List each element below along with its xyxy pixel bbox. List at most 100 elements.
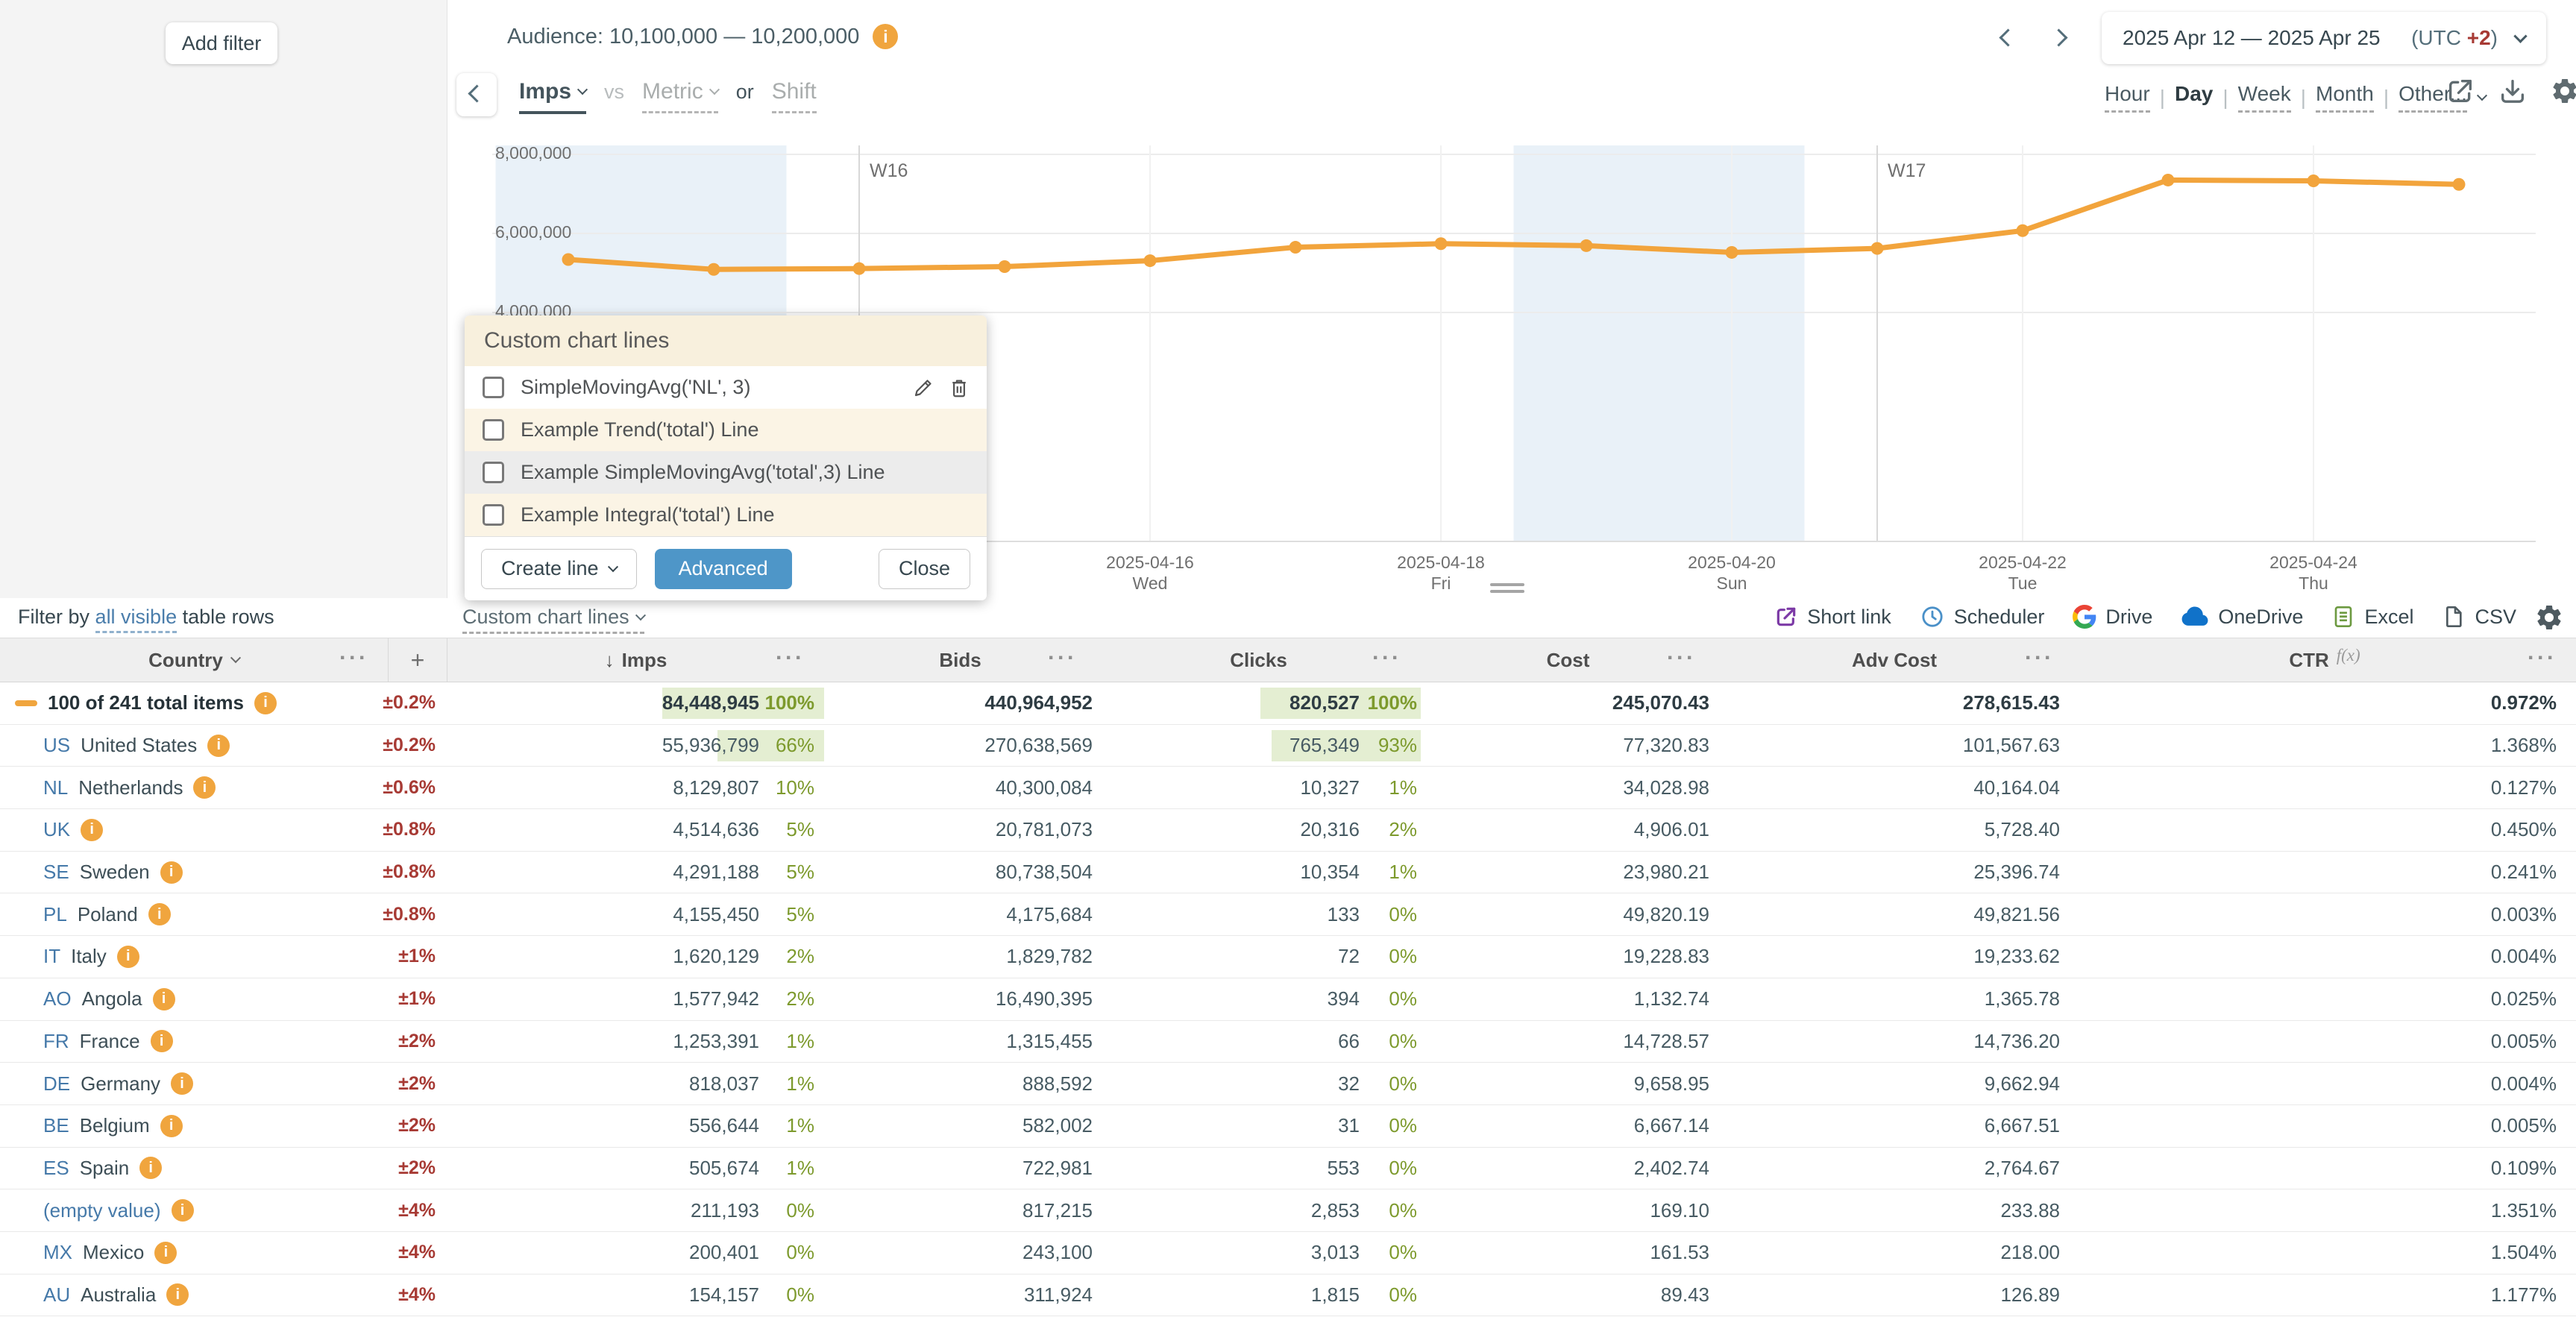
info-icon[interactable]: i	[254, 692, 277, 714]
bids-cell: 80,738,504	[824, 852, 1096, 893]
table-row[interactable]: ES Spain i ±2% 505,674 1% 722,981 553 0%…	[0, 1148, 2576, 1190]
date-range-picker[interactable]: 2025 Apr 12 — 2025 Apr 25 (UTC +2)	[2102, 12, 2546, 64]
table-row[interactable]: AO Angola i ±1% 1,577,942 2% 16,490,395 …	[0, 978, 2576, 1021]
info-icon[interactable]: i	[160, 1115, 183, 1137]
column-menu-icon[interactable]	[1667, 645, 1696, 670]
open-in-new-icon[interactable]	[2445, 76, 2476, 107]
tab-day[interactable]: Day	[2175, 82, 2213, 113]
clicks-cell: 66	[1096, 1021, 1361, 1063]
table-row[interactable]: PL Poland i ±0.8% 4,155,450 5% 4,175,684…	[0, 893, 2576, 936]
column-header-ctr[interactable]: CTRf(x)	[2073, 638, 2576, 682]
column-header-cost[interactable]: Cost	[1421, 638, 1715, 682]
edit-pencil-icon[interactable]	[912, 377, 934, 399]
google-drive-button[interactable]: Drive	[2073, 605, 2152, 629]
chevron-down-icon	[230, 653, 241, 663]
table-row[interactable]: DE Germany i ±2% 818,037 1% 888,592 32 0…	[0, 1063, 2576, 1105]
info-icon[interactable]: i	[148, 903, 171, 925]
info-icon[interactable]: i	[81, 819, 103, 841]
table-row[interactable]: SE Sweden i ±0.8% 4,291,188 5% 80,738,50…	[0, 852, 2576, 894]
country-code: (empty value)	[43, 1199, 161, 1222]
column-menu-icon[interactable]	[339, 645, 368, 670]
info-icon[interactable]: i	[117, 946, 139, 968]
ctr-cell: 0.004%	[2073, 936, 2576, 978]
table-row[interactable]: BE Belgium i ±2% 556,644 1% 582,002 31 0…	[0, 1105, 2576, 1148]
info-icon[interactable]: i	[139, 1157, 162, 1179]
google-g-icon	[2073, 605, 2096, 629]
table-row[interactable]: US United States i ±0.2% 55,936,799 66% …	[0, 725, 2576, 767]
info-icon[interactable]: i	[207, 735, 230, 757]
excel-file-icon	[2331, 605, 2355, 629]
clicks-pct-cell: 93%	[1361, 725, 1421, 767]
date-next-button[interactable]	[2052, 31, 2065, 46]
gear-icon[interactable]	[2549, 76, 2576, 107]
info-icon[interactable]: i	[151, 1030, 173, 1052]
add-filter-button[interactable]: Add filter	[166, 22, 277, 64]
close-button[interactable]: Close	[879, 549, 970, 589]
column-header-bids[interactable]: Bids	[824, 638, 1096, 682]
scheduler-button[interactable]: Scheduler	[1920, 604, 2045, 629]
info-icon[interactable]: i	[172, 1199, 194, 1222]
advanced-button[interactable]: Advanced	[655, 549, 792, 589]
column-header-adv-cost[interactable]: Adv Cost	[1715, 638, 2073, 682]
table-settings-gear-icon[interactable]	[2534, 603, 2564, 635]
info-icon[interactable]: i	[166, 1283, 189, 1306]
csv-file-icon	[2442, 605, 2466, 629]
svg-text:W16: W16	[870, 160, 908, 181]
tab-hour[interactable]: Hour	[2105, 82, 2150, 113]
tab-week[interactable]: Week	[2238, 82, 2291, 113]
column-menu-icon[interactable]	[1048, 645, 1077, 670]
checkbox[interactable]	[483, 462, 504, 483]
adv-cost-cell: 40,164.04	[1715, 767, 2073, 808]
column-menu-icon[interactable]	[776, 645, 805, 670]
audience-label: Audience: 10,100,000 — 10,200,000	[507, 25, 859, 49]
short-link-button[interactable]: Short link	[1774, 605, 1891, 629]
vs-label: vs	[604, 81, 624, 110]
column-header-clicks[interactable]: Clicks	[1096, 638, 1421, 682]
table-row[interactable]: AU Australia i ±4% 154,157 0% 311,924 1,…	[0, 1274, 2576, 1317]
create-line-button[interactable]: Create line	[481, 549, 637, 589]
table-row[interactable]: (empty value) i ±4% 211,193 0% 817,215 2…	[0, 1189, 2576, 1232]
all-visible-link[interactable]: all visible	[95, 606, 178, 633]
date-prev-button[interactable]	[2002, 31, 2014, 46]
info-icon[interactable]: i	[154, 1242, 177, 1264]
clicks-pct-cell: 0%	[1361, 1189, 1421, 1231]
table-row[interactable]: NL Netherlands i ±0.6% 8,129,807 10% 40,…	[0, 767, 2576, 809]
info-icon[interactable]: i	[160, 861, 183, 884]
column-header-imps[interactable]: ↓ Imps	[447, 638, 824, 682]
column-menu-icon[interactable]	[2025, 645, 2054, 670]
column-menu-icon[interactable]	[1372, 645, 1401, 670]
column-header-country[interactable]: Country	[0, 638, 388, 682]
csv-export-button[interactable]: CSV	[2442, 605, 2516, 629]
tab-month[interactable]: Month	[2316, 82, 2374, 113]
secondary-metric-dropdown[interactable]: Metric	[642, 79, 718, 113]
download-icon[interactable]	[2497, 76, 2528, 107]
table-row[interactable]: FR France i ±2% 1,253,391 1% 1,315,455 6…	[0, 1021, 2576, 1063]
add-column-button[interactable]: +	[388, 638, 447, 682]
checkbox[interactable]	[483, 504, 504, 526]
info-icon[interactable]: i	[193, 776, 216, 799]
info-icon[interactable]: i	[153, 988, 175, 1010]
column-menu-icon[interactable]	[2528, 645, 2557, 670]
chart-line-item[interactable]: SimpleMovingAvg('NL', 3)	[465, 366, 987, 409]
chart-line-item[interactable]: Example Integral('total') Line	[465, 494, 987, 536]
chart-line-item[interactable]: Example Trend('total') Line	[465, 409, 987, 451]
custom-chart-lines-dropdown[interactable]: Custom chart lines	[462, 606, 644, 634]
primary-metric-dropdown[interactable]: Imps	[519, 79, 586, 114]
adv-cost-cell: 5,728.40	[1715, 809, 2073, 851]
or-label: or	[736, 81, 754, 110]
info-icon[interactable]: i	[873, 24, 898, 49]
delete-trash-icon[interactable]	[948, 377, 970, 399]
info-icon[interactable]: i	[171, 1072, 193, 1095]
chart-back-button[interactable]	[456, 73, 497, 116]
table-row[interactable]: MX Mexico i ±4% 200,401 0% 243,100 3,013…	[0, 1232, 2576, 1274]
shift-toggle[interactable]: Shift	[772, 79, 817, 113]
onedrive-button[interactable]: OneDrive	[2181, 603, 2303, 631]
imps-pct-cell: 5%	[761, 893, 824, 935]
table-row[interactable]: 100 of 241 total items i ±0.2% 84,448,94…	[0, 682, 2576, 725]
checkbox[interactable]	[483, 377, 504, 398]
table-row[interactable]: UK i ±0.8% 4,514,636 5% 20,781,073 20,31…	[0, 809, 2576, 852]
chart-line-item[interactable]: Example SimpleMovingAvg('total',3) Line	[465, 451, 987, 494]
checkbox[interactable]	[483, 419, 504, 441]
excel-export-button[interactable]: Excel	[2331, 605, 2413, 629]
table-row[interactable]: IT Italy i ±1% 1,620,129 2% 1,829,782 72…	[0, 936, 2576, 978]
